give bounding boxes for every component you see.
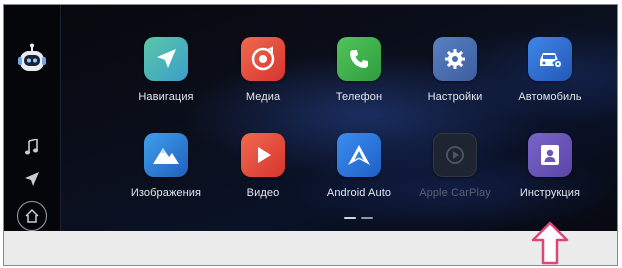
screen-frame: Навигация Медиа Телефон Настройки Автомо… — [3, 4, 618, 266]
home-icon — [25, 208, 39, 223]
car-settings-icon — [528, 37, 572, 81]
app-tile-navigation[interactable]: Навигация — [116, 37, 216, 117]
settings-gear-icon — [433, 37, 477, 81]
app-label: Медиа — [245, 91, 281, 103]
manual-icon — [528, 133, 572, 177]
app-label: Видео — [246, 187, 280, 199]
robot-assistant-icon[interactable] — [15, 42, 49, 76]
app-tile-android-auto[interactable]: Android Auto — [309, 133, 409, 213]
head-unit-screen: Навигация Медиа Телефон Настройки Автомо… — [4, 5, 617, 231]
home-button[interactable] — [17, 201, 47, 231]
page-indicator — [344, 217, 373, 219]
sidebar — [4, 5, 61, 231]
app-tile-phone[interactable]: Телефон — [309, 37, 409, 117]
images-icon — [144, 133, 188, 177]
app-label: Телефон — [335, 91, 383, 103]
video-play-icon — [241, 133, 285, 177]
app-label: Настройки — [427, 91, 483, 103]
app-label: Apple CarPlay — [419, 187, 491, 199]
app-label: Изображения — [130, 187, 202, 199]
app-label: Навигация — [138, 91, 194, 103]
app-tile-video[interactable]: Видео — [213, 133, 313, 213]
phone-icon — [337, 37, 381, 81]
navigation-arrow-icon[interactable] — [21, 168, 43, 190]
app-label: Автомобиль — [518, 91, 582, 103]
app-tile-manual[interactable]: Инструкция — [500, 133, 600, 213]
navigation-icon — [144, 37, 188, 81]
android-auto-icon — [337, 133, 381, 177]
page-dot-active[interactable] — [344, 217, 356, 219]
carplay-icon — [433, 133, 477, 177]
app-tile-images[interactable]: Изображения — [116, 133, 216, 213]
app-label: Инструкция — [519, 187, 581, 199]
page-dot[interactable] — [361, 217, 373, 219]
up-arrow-callout-icon — [531, 221, 569, 265]
music-note-icon[interactable] — [21, 136, 43, 158]
app-tile-media[interactable]: Медиа — [213, 37, 313, 117]
app-tile-carplay[interactable]: Apple CarPlay — [405, 133, 505, 213]
media-icon — [241, 37, 285, 81]
app-label: Android Auto — [326, 187, 392, 199]
app-tile-settings[interactable]: Настройки — [405, 37, 505, 117]
app-tile-car[interactable]: Автомобиль — [500, 37, 600, 117]
